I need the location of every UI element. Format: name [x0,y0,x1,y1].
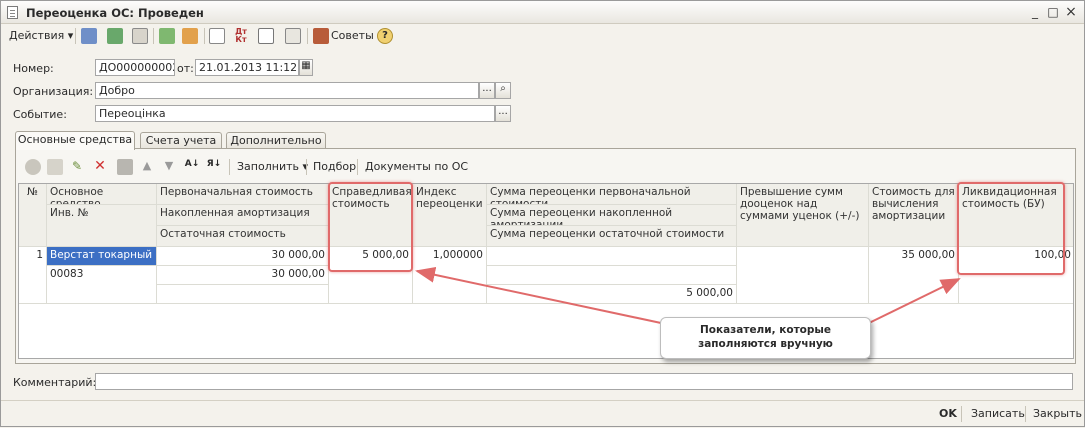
toolbar-separator [961,406,962,422]
close-form-button[interactable]: Закрыть [1033,407,1082,420]
save-button[interactable]: Записать [971,407,1025,420]
tab-fixed-assets[interactable]: Основные средства [15,131,135,150]
comment-label: Комментарий: [13,376,97,389]
callout-arrows [415,266,961,324]
callout-arrow-left [415,266,662,324]
ok-button[interactable]: OK [939,407,957,420]
callout-arrow-right [868,278,961,324]
comment-field[interactable] [95,373,1073,390]
toolbar-separator [1025,406,1026,422]
bottom-bar: OK Записать Закрыть [1,400,1084,427]
annotation-callout: Показатели, которые заполняются вручную [660,317,871,359]
document-window: Переоценка ОС: Проведен _ □ × Действия ▾… [0,0,1085,427]
